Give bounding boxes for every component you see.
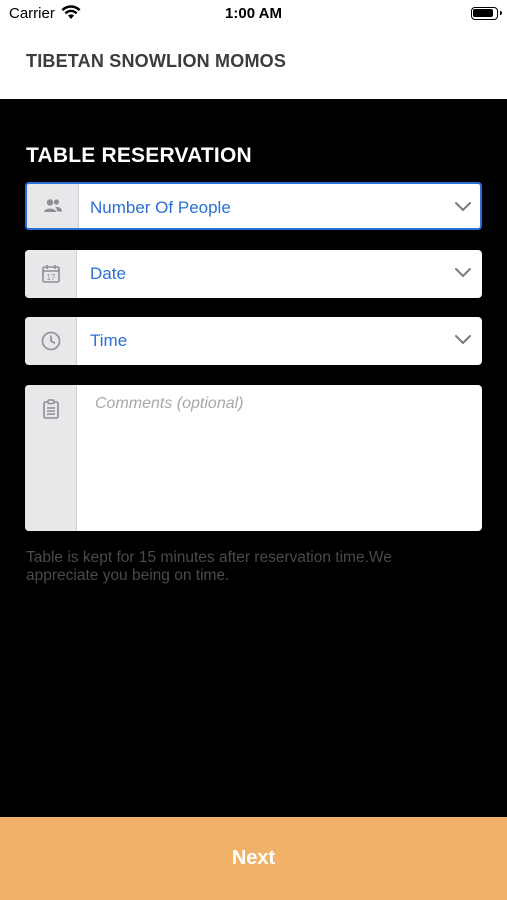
- date-icon-cell: 17: [25, 250, 77, 298]
- clock-icon: [41, 331, 60, 351]
- comments-icon-cell: [25, 385, 77, 531]
- battery-icon: [471, 7, 502, 20]
- people-icon: [43, 199, 62, 212]
- date-select[interactable]: 17 Date: [25, 250, 482, 298]
- comments-field[interactable]: [25, 385, 482, 531]
- section-title: TABLE RESERVATION: [26, 144, 252, 167]
- status-time: 1:00 AM: [225, 5, 282, 22]
- calendar-icon: 17: [41, 265, 60, 283]
- svg-text:17: 17: [46, 273, 55, 282]
- time-icon-cell: [25, 317, 77, 365]
- people-value: Number Of People: [90, 198, 231, 217]
- people-icon-cell: [27, 184, 79, 228]
- top-bar: Carrier 1:00 AM TIBETAN SNOWLION MOMOS: [0, 0, 507, 99]
- next-button-label: Next: [231, 847, 276, 869]
- time-value: Time: [90, 331, 128, 350]
- reservation-note: Table is kept for 15 minutes after reser…: [26, 549, 392, 584]
- comments-input[interactable]: [95, 395, 482, 525]
- chevron-down-icon: [455, 335, 471, 345]
- chevron-down-icon: [455, 202, 471, 212]
- status-bar: Carrier 1:00 AM: [0, 0, 507, 28]
- notepad-icon: [42, 399, 59, 419]
- app-title: TIBETAN SNOWLION MOMOS: [26, 51, 287, 71]
- next-button[interactable]: Next: [0, 817, 507, 900]
- time-select[interactable]: Time: [25, 317, 482, 365]
- people-select[interactable]: Number Of People: [25, 182, 482, 230]
- chevron-down-icon: [455, 268, 471, 278]
- date-value: Date: [90, 264, 126, 283]
